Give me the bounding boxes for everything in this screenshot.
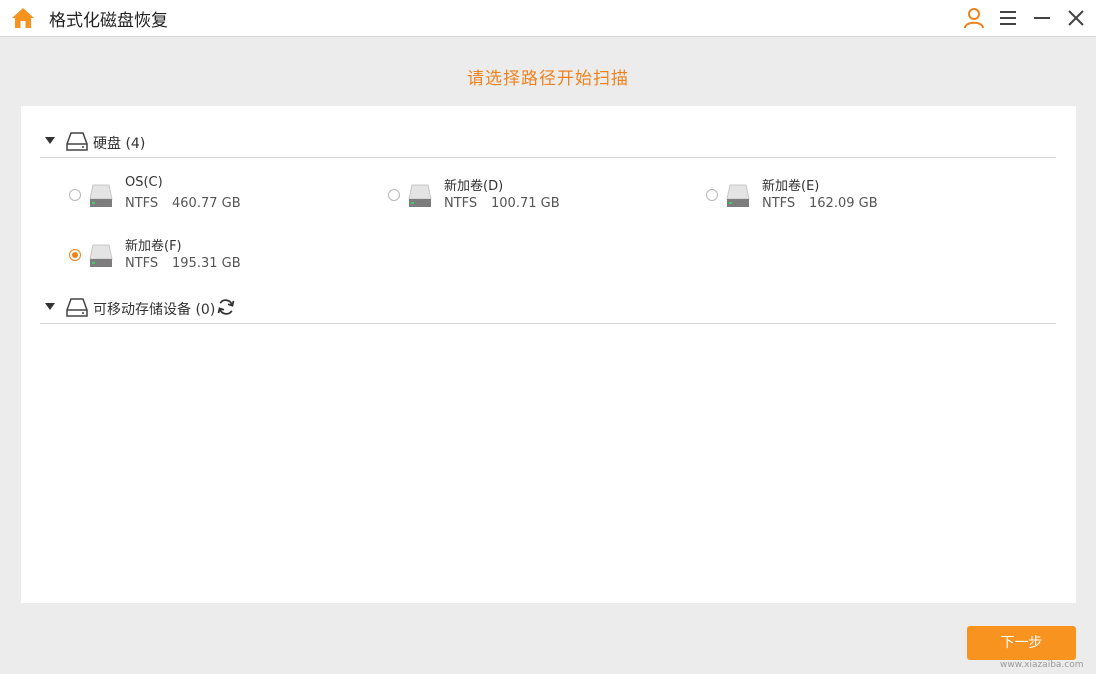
drive-size: 460.77 GB [172,196,241,211]
watermark: www.xiazaiba.com [1000,660,1084,670]
divider [40,323,1056,324]
drive-filesystem: NTFS [762,196,796,211]
drive-icon [89,244,113,267]
removable-label: 可移动存储设备 (0) [93,302,216,318]
drive-size: 195.31 GB [172,256,241,271]
drive-name: 新加卷(D) [444,179,504,194]
hard-disk-icon [66,132,88,151]
drive-radio[interactable] [706,189,718,201]
drive-icon [726,184,750,207]
app-title: 格式化磁盘恢复 [49,11,168,31]
hard-disk-label: 硬盘 (4) [93,136,146,152]
next-step-button[interactable]: 下一步 [967,626,1076,660]
minimize-icon[interactable] [1030,6,1054,30]
menu-icon[interactable] [996,6,1020,30]
drive-radio[interactable] [69,189,81,201]
caret-down-icon[interactable] [45,137,55,144]
drive-item-d[interactable]: 新加卷(D) NTFS 100.71 GB [388,179,688,226]
drive-size: 100.71 GB [491,196,560,211]
drive-radio[interactable] [388,189,400,201]
removable-drive-icon [66,298,88,317]
title-bar: 格式化磁盘恢复 [0,0,1096,37]
drive-filesystem: NTFS [444,196,478,211]
drive-name: OS(C) [125,175,163,190]
divider [40,157,1056,158]
drive-item-e[interactable]: 新加卷(E) NTFS 162.09 GB [706,179,1006,226]
drive-size: 162.09 GB [809,196,878,211]
drive-filesystem: NTFS [125,256,159,271]
drive-filesystem: NTFS [125,196,159,211]
drive-name: 新加卷(F) [125,239,182,254]
drive-radio-selected[interactable] [69,249,81,261]
caret-down-icon[interactable] [45,303,55,310]
drive-item-c[interactable]: OS(C) NTFS 460.77 GB [69,175,369,226]
drive-name: 新加卷(E) [762,179,820,194]
close-icon[interactable] [1064,6,1088,30]
home-icon[interactable] [11,7,35,29]
drive-list-panel: 硬盘 (4) OS(C) NTFS 460.77 GB 新加卷(D) NTFS … [21,106,1076,603]
user-icon[interactable] [962,6,986,30]
drive-icon [89,184,113,207]
scan-path-prompt: 请选择路径开始扫描 [467,69,629,89]
drive-icon [408,184,432,207]
refresh-icon[interactable] [216,297,236,317]
drive-item-f[interactable]: 新加卷(F) NTFS 195.31 GB [69,239,369,286]
